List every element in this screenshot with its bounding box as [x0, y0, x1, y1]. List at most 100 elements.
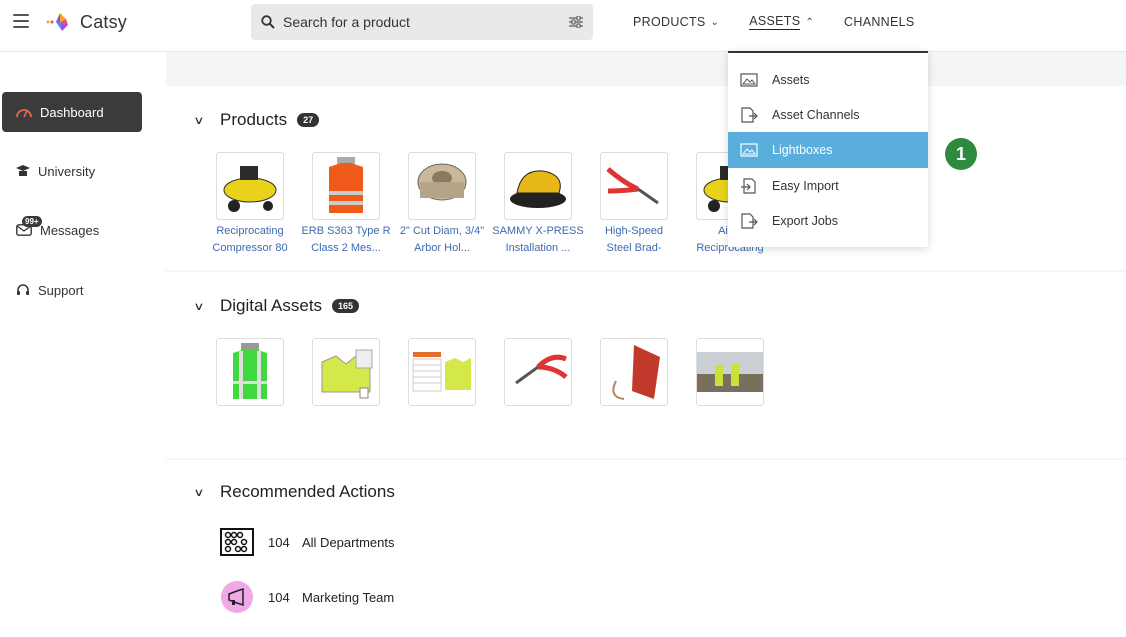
- menu-item-label: Asset Channels: [772, 108, 860, 122]
- logo[interactable]: Catsy: [46, 10, 127, 34]
- images-icon: [740, 143, 758, 157]
- recommended-header[interactable]: ∨ Recommended Actions: [193, 482, 395, 502]
- search-icon: [261, 15, 275, 29]
- sidebar-item-university[interactable]: University: [2, 151, 142, 191]
- app-name: Catsy: [80, 11, 128, 32]
- sidebar-item-label: Messages: [40, 222, 100, 238]
- main-nav: PRODUCTS ⌄ ASSETS ⌃ CHANNELS: [633, 0, 915, 44]
- product-item[interactable]: ERB S363 Type R Class 2 Mes...: [298, 152, 394, 257]
- top-bar: Catsy PRODUCTS ⌄ ASSETS ⌃ CHANNELS: [0, 0, 1126, 52]
- tool-image[interactable]: [600, 338, 668, 406]
- hamburger-menu-icon[interactable]: [13, 14, 29, 28]
- menu-item-label: Assets: [772, 73, 810, 87]
- products-header[interactable]: ∨ Products 27: [193, 110, 320, 130]
- action-label: Marketing Team: [302, 589, 395, 605]
- assets-dropdown-menu: Assets Asset Channels Lightboxes Easy Im…: [728, 51, 928, 247]
- recommended-actions-card: ∨ Recommended Actions 104 All Department…: [166, 460, 1126, 637]
- vest-diagram-image[interactable]: [312, 338, 380, 406]
- cutter-image[interactable]: [408, 152, 476, 220]
- step-marker: 1: [945, 138, 977, 170]
- filter-sliders-icon[interactable]: [569, 16, 583, 28]
- count-badge: 27: [297, 113, 320, 127]
- chevron-down-icon[interactable]: ∨: [193, 486, 213, 499]
- asset-thumbnails: [202, 338, 778, 406]
- green-vest-image[interactable]: [216, 338, 284, 406]
- sidebar-item-label: Dashboard: [40, 104, 104, 120]
- menu-item-easy-import[interactable]: Easy Import: [728, 168, 928, 204]
- search-box[interactable]: [251, 4, 593, 40]
- menu-item-label: Easy Import: [772, 179, 839, 193]
- product-name[interactable]: Reciprocating Compressor 80: [202, 223, 298, 257]
- product-name[interactable]: High-Speed Steel Brad-: [586, 223, 682, 257]
- recommended-item[interactable]: 104 Marketing Team: [220, 580, 394, 614]
- menu-item-assets[interactable]: Assets: [728, 62, 928, 98]
- digital-assets-header[interactable]: ∨ Digital Assets 165: [193, 296, 360, 316]
- action-count: 104: [268, 589, 290, 605]
- nav-products[interactable]: PRODUCTS ⌄: [633, 15, 719, 29]
- asset-item[interactable]: [298, 338, 394, 406]
- chevron-down-icon[interactable]: ∨: [193, 300, 213, 313]
- compressor-image[interactable]: [216, 152, 284, 220]
- digital-assets-card: ∨ Digital Assets 165: [166, 272, 1126, 458]
- workers-photo-image[interactable]: [696, 338, 764, 406]
- product-name[interactable]: 2" Cut Diam, 3/4" Arbor Hol...: [394, 223, 490, 257]
- product-item[interactable]: Reciprocating Compressor 80: [202, 152, 298, 257]
- product-item[interactable]: SAMMY X-PRESS Installation ...: [490, 152, 586, 257]
- sidebar-item-label: University: [38, 163, 96, 179]
- abacus-icon: [220, 528, 254, 556]
- megaphone-icon: [221, 581, 253, 613]
- sidebar-item-support[interactable]: Support: [2, 270, 142, 310]
- asset-item[interactable]: [586, 338, 682, 406]
- sander-image[interactable]: [504, 152, 572, 220]
- product-name[interactable]: SAMMY X-PRESS Installation ...: [490, 223, 586, 257]
- recommended-item[interactable]: 104 All Departments: [220, 528, 394, 556]
- pliers-image[interactable]: [504, 338, 572, 406]
- messages-badge: 99+: [22, 216, 42, 227]
- pliers-image[interactable]: [600, 152, 668, 220]
- menu-item-label: Export Jobs: [772, 214, 839, 228]
- nav-assets[interactable]: ASSETS ⌃: [749, 14, 814, 30]
- nav-channels[interactable]: CHANNELS: [844, 15, 914, 29]
- sidebar-item-label: Support: [38, 282, 84, 298]
- nav-channels-label: CHANNELS: [844, 15, 915, 29]
- asset-item[interactable]: [394, 338, 490, 406]
- product-item[interactable]: High-Speed Steel Brad-: [586, 152, 682, 257]
- section-title: Recommended Actions: [220, 482, 395, 501]
- sidebar-item-dashboard[interactable]: Dashboard: [2, 92, 142, 132]
- vest-image[interactable]: [312, 152, 380, 220]
- menu-item-lightboxes[interactable]: Lightboxes: [728, 132, 928, 168]
- section-title: Products: [220, 110, 288, 129]
- headset-icon: [17, 284, 29, 295]
- section-title: Digital Assets: [220, 296, 323, 315]
- main-content: ∨ Products 27 Reciprocating Compressor 80…: [166, 52, 1126, 637]
- action-label: All Departments: [302, 534, 395, 550]
- count-badge: 165: [332, 299, 360, 313]
- dashboard-icon: [16, 109, 32, 118]
- graduation-cap-icon: [16, 165, 30, 176]
- search-input[interactable]: [283, 14, 569, 30]
- products-card: ∨ Products 27 Reciprocating Compressor 80…: [166, 86, 1126, 270]
- size-chart-image[interactable]: [408, 338, 476, 406]
- menu-item-export-jobs[interactable]: Export Jobs: [728, 203, 928, 239]
- chevron-up-icon: ⌃: [805, 16, 815, 28]
- nav-assets-label: ASSETS: [749, 14, 801, 30]
- menu-item-label: Lightboxes: [772, 143, 833, 157]
- file-export-icon: [741, 107, 758, 123]
- image-icon: [740, 73, 758, 87]
- product-thumbnails: Reciprocating Compressor 80 ERB S363 Type…: [202, 152, 778, 257]
- sidebar: Dashboard University 99+ Messages Suppor…: [0, 52, 166, 637]
- action-count: 104: [268, 534, 290, 550]
- asset-item[interactable]: [682, 338, 778, 406]
- chevron-down-icon: ⌄: [710, 16, 720, 28]
- catsy-logo-icon: [46, 13, 68, 31]
- chevron-down-icon[interactable]: ∨: [193, 114, 213, 127]
- asset-item[interactable]: [490, 338, 586, 406]
- file-export-icon: [741, 213, 758, 229]
- product-item[interactable]: 2" Cut Diam, 3/4" Arbor Hol...: [394, 152, 490, 257]
- asset-item[interactable]: [202, 338, 298, 406]
- menu-item-asset-channels[interactable]: Asset Channels: [728, 97, 928, 133]
- nav-products-label: PRODUCTS: [633, 15, 706, 29]
- product-name[interactable]: ERB S363 Type R Class 2 Mes...: [298, 223, 394, 257]
- sidebar-item-messages[interactable]: 99+ Messages: [2, 210, 142, 250]
- file-import-icon: [741, 178, 756, 194]
